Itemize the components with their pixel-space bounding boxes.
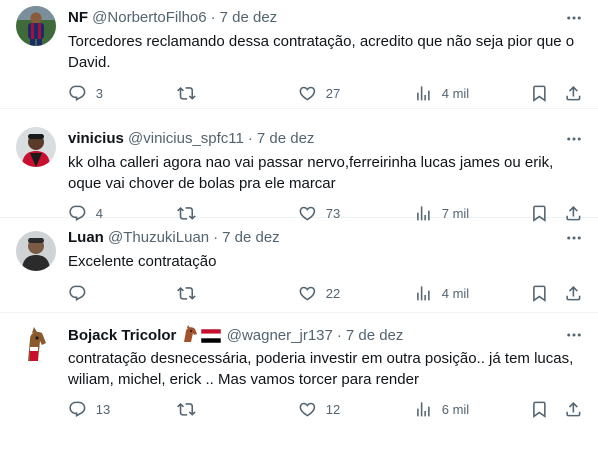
tweet-header: vinicius @vinicius_spfc11 · 7 de dez [68, 129, 554, 149]
display-name[interactable]: Luan [68, 229, 104, 246]
bookmark-icon [533, 401, 546, 418]
share-icon [566, 401, 581, 417]
reply-icon [69, 85, 86, 101]
reply-count: 3 [95, 85, 103, 101]
tweet[interactable]: NF @NorbertoFilho6 · 7 de dez Torcedores r… [0, 0, 598, 109]
display-name[interactable]: vinicius [68, 130, 124, 147]
tweet[interactable]: Luan @ThuzukiLuan · 7 de dez Excelente con… [0, 218, 598, 313]
tweet-header: Bojack Tricolor @wagner_jr137 · 7 de dez [68, 325, 554, 349]
views-button[interactable]: 4 mil [414, 283, 469, 303]
like-count: 22 [325, 285, 341, 301]
share-button[interactable] [564, 283, 583, 303]
more-options-button[interactable] [564, 129, 584, 149]
bookmark-icon [533, 285, 546, 302]
retweet-button[interactable] [177, 83, 205, 103]
user-handle[interactable]: @ThuzukiLuan [108, 229, 209, 246]
person-photo-avatar [16, 231, 56, 271]
person-photo-avatar [16, 127, 56, 167]
like-button[interactable]: 22 [298, 283, 340, 303]
more-icon [567, 236, 581, 240]
player-photo-avatar [16, 6, 56, 46]
bookmark-icon [533, 85, 546, 102]
tweet-text: contratação desnecessária, poderia inves… [68, 350, 574, 388]
timestamp[interactable]: 7 de dez [222, 229, 280, 246]
tweet-text: Excelente contratação [68, 253, 217, 270]
tweet-actions: 13 12 6 mil [60, 399, 588, 419]
user-handle[interactable]: @vinicius_spfc11 [128, 130, 244, 147]
retweet-icon [177, 402, 196, 416]
views-button[interactable]: 6 mil [414, 399, 469, 419]
retweet-icon [177, 86, 196, 100]
views-chart-icon [417, 285, 430, 301]
reply-thread: NF @NorbertoFilho6 · 7 de dez Torcedores r… [0, 0, 598, 453]
separator-dot: · [336, 327, 342, 344]
share-icon [566, 285, 581, 301]
reply-icon [69, 401, 86, 417]
view-count: 4 mil [441, 285, 470, 301]
display-name[interactable]: Bojack Tricolor [68, 327, 176, 344]
tweet-actions: 22 4 mil [60, 283, 588, 303]
tweet-header: NF @NorbertoFilho6 · 7 de dez [68, 8, 554, 28]
separator-dot: · [213, 229, 219, 246]
separator-dot: · [247, 130, 253, 147]
avatar[interactable] [16, 127, 56, 167]
share-icon [566, 85, 581, 101]
bookmark-button[interactable] [530, 399, 549, 419]
share-button[interactable] [564, 399, 583, 419]
user-handle[interactable]: @wagner_jr137 [227, 327, 333, 344]
tweet-text: kk olha calleri agora nao vai passar ner… [68, 154, 554, 192]
retweet-icon [177, 286, 196, 300]
bookmark-button[interactable] [530, 283, 549, 303]
like-button[interactable]: 12 [298, 399, 340, 419]
avatar[interactable] [16, 231, 56, 271]
tweet[interactable]: vinicius @vinicius_spfc11 · 7 de dez kk ol… [0, 109, 598, 222]
like-button[interactable]: 27 [298, 83, 340, 103]
tweet-actions: 3 27 4 mil [60, 83, 588, 103]
separator-dot: · [210, 9, 216, 26]
more-options-button[interactable] [564, 325, 584, 345]
reply-icon [69, 285, 86, 301]
heart-icon [299, 286, 316, 301]
tricolor-flag-emoji [200, 328, 221, 349]
timestamp[interactable]: 7 de dez [220, 9, 278, 26]
tweet-header: Luan @ThuzukiLuan · 7 de dez [68, 228, 554, 248]
more-options-button[interactable] [564, 8, 584, 28]
retweet-button[interactable] [177, 399, 205, 419]
avatar[interactable] [16, 325, 56, 365]
horse-face-emoji [181, 325, 199, 349]
more-icon [567, 333, 581, 337]
like-count: 12 [325, 401, 341, 417]
views-chart-icon [417, 401, 430, 417]
views-chart-icon [417, 85, 430, 101]
heart-icon [299, 86, 316, 101]
like-count: 27 [325, 85, 341, 101]
reply-count: 13 [95, 401, 111, 417]
view-count: 4 mil [441, 85, 470, 101]
tweet-text: Torcedores reclamando dessa contratação,… [68, 33, 575, 71]
tweet[interactable]: Bojack Tricolor @wagner_jr137 · 7 de dez c… [0, 313, 598, 453]
bookmark-button[interactable] [530, 83, 549, 103]
reply-button[interactable] [68, 283, 96, 303]
more-icon [567, 137, 581, 141]
user-handle[interactable]: @NorbertoFilho6 [92, 9, 206, 26]
reply-button[interactable]: 3 [68, 83, 103, 103]
timestamp[interactable]: 7 de dez [346, 327, 404, 344]
more-icon [567, 16, 581, 20]
view-count: 6 mil [441, 401, 470, 417]
avatar[interactable] [16, 6, 56, 46]
heart-icon [299, 402, 316, 417]
more-options-button[interactable] [564, 228, 584, 248]
views-button[interactable]: 4 mil [414, 83, 469, 103]
horse-cartoon-avatar [16, 325, 56, 365]
reply-button[interactable]: 13 [68, 399, 110, 419]
display-name[interactable]: NF [68, 9, 88, 26]
share-button[interactable] [564, 83, 583, 103]
timestamp[interactable]: 7 de dez [257, 130, 315, 147]
retweet-button[interactable] [177, 283, 205, 303]
